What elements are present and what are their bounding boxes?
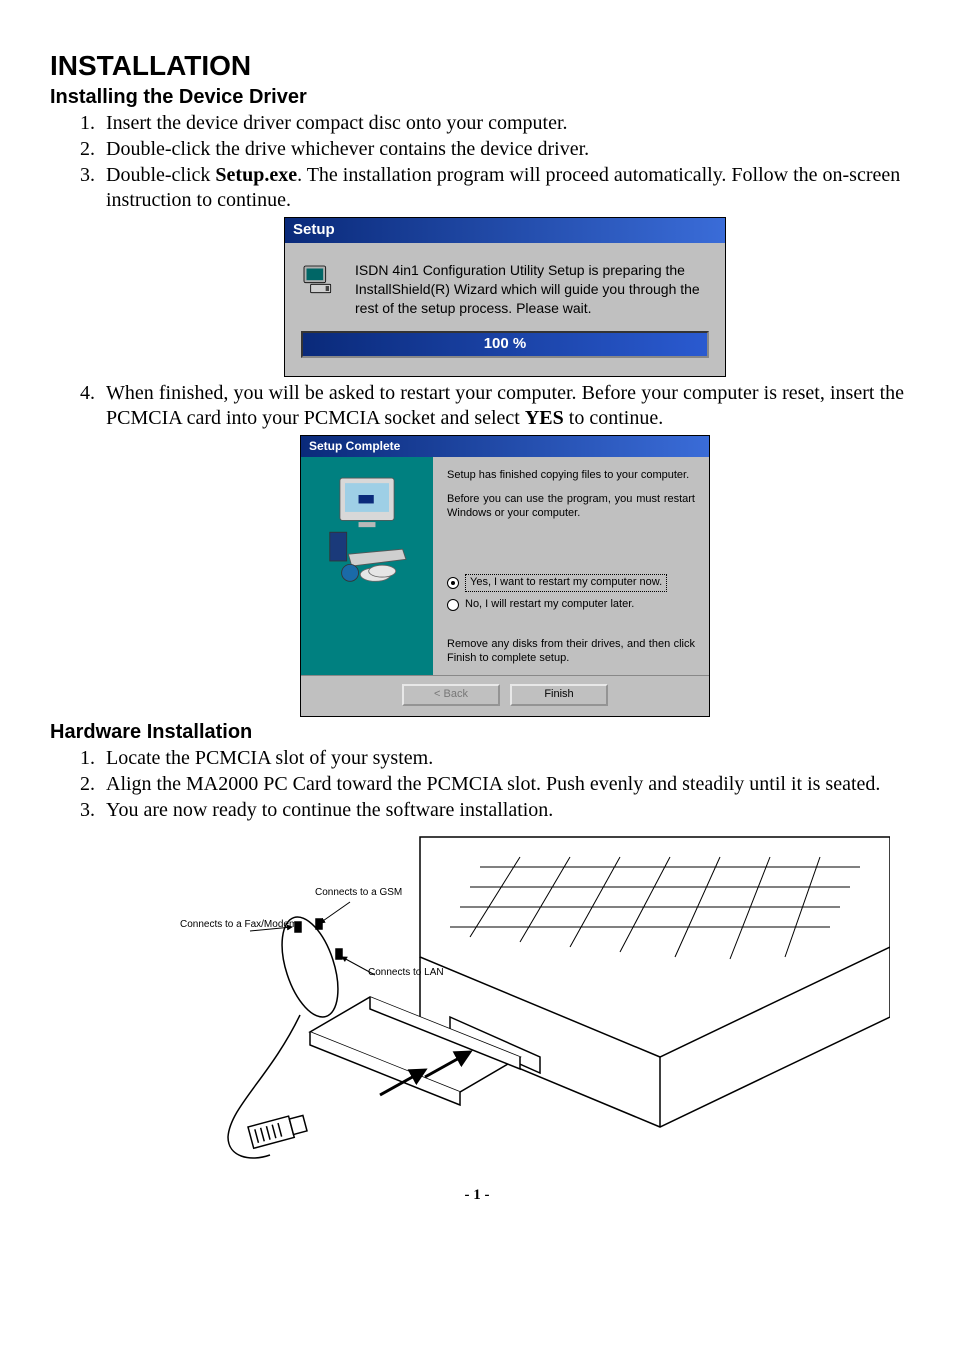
- restart-yes-row[interactable]: Yes, I want to restart my computer now.: [447, 574, 695, 592]
- setup-complete-line1: Setup has finished copying files to your…: [447, 469, 695, 483]
- finish-button[interactable]: Finish: [510, 684, 608, 706]
- page-number: - 1 -: [50, 1187, 904, 1204]
- setup-complete-line2: Before you can use the program, you must…: [447, 493, 695, 521]
- label-fax: Connects to a Fax/Modem: [180, 919, 297, 930]
- hardware-illustration: Connects to a GSM Connects to a Fax/Mode…: [120, 827, 890, 1177]
- setup-complete-graphic: [301, 457, 433, 675]
- restart-no-label: No, I will restart my computer later.: [465, 598, 634, 612]
- setup-complete-title: Setup Complete: [301, 436, 709, 457]
- back-button: < Back: [402, 684, 500, 706]
- hardware-step-3: You are now ready to continue the softwa…: [100, 798, 904, 823]
- driver-step-4: When finished, you will be asked to rest…: [100, 381, 904, 717]
- hardware-steps-list: Locate the PCMCIA slot of your system. A…: [50, 746, 904, 823]
- radio-no-icon[interactable]: [447, 599, 459, 611]
- hardware-step-2: Align the MA2000 PC Card toward the PCMC…: [100, 772, 904, 797]
- yes-bold: YES: [525, 407, 564, 429]
- driver-step-4-pre: When finished, you will be asked to rest…: [106, 382, 904, 429]
- section-installing-driver: Installing the Device Driver: [50, 86, 904, 109]
- page-title: INSTALLATION: [50, 50, 904, 82]
- radio-yes-icon[interactable]: [447, 577, 459, 589]
- setup-progress-body: ISDN 4in1 Configuration Utility Setup is…: [355, 261, 711, 318]
- driver-step-4-post: to continue.: [564, 407, 663, 429]
- setup-complete-note: Remove any disks from their drives, and …: [447, 638, 695, 666]
- label-lan: Connects to LAN: [368, 967, 444, 978]
- setup-progress-bar: 100 %: [301, 331, 709, 358]
- restart-no-row[interactable]: No, I will restart my computer later.: [447, 598, 695, 612]
- setup-complete-dialog: Setup Complete: [300, 435, 710, 717]
- hardware-step-1: Locate the PCMCIA slot of your system.: [100, 746, 904, 771]
- driver-steps-list: Insert the device driver compact disc on…: [50, 111, 904, 717]
- driver-step-2: Double-click the drive whichever contain…: [100, 137, 904, 162]
- section-hardware-install: Hardware Installation: [50, 721, 904, 744]
- driver-step-3-pre: Double-click: [106, 164, 215, 186]
- driver-step-3: Double-click Setup.exe. The installation…: [100, 163, 904, 377]
- installer-icon: [299, 261, 339, 301]
- restart-yes-label: Yes, I want to restart my computer now.: [465, 574, 667, 592]
- setup-progress-dialog: Setup ISDN 4in1 Configuration Utility Se…: [284, 217, 726, 377]
- setup-exe-bold: Setup.exe: [215, 164, 297, 186]
- label-gsm: Connects to a GSM: [315, 887, 402, 898]
- driver-step-1: Insert the device driver compact disc on…: [100, 111, 904, 136]
- setup-progress-title: Setup: [285, 218, 725, 243]
